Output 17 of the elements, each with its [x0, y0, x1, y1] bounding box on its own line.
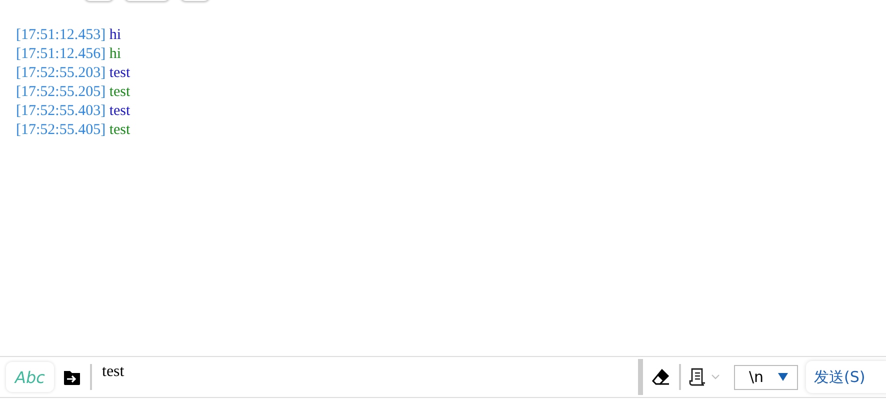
log-message: test: [109, 84, 130, 100]
timestamp: [17:52:55.405]: [16, 122, 106, 138]
log-message: test: [109, 103, 130, 119]
timestamp: [17:51:12.453]: [16, 27, 106, 43]
send-button[interactable]: 发送(S): [806, 361, 886, 393]
log-message: test: [109, 122, 130, 138]
log-message: hi: [109, 27, 121, 43]
eraser-icon[interactable]: [651, 368, 671, 386]
timestamp: [17:52:55.403]: [16, 103, 106, 119]
log-message: hi: [109, 46, 121, 62]
document-icon[interactable]: [689, 367, 707, 387]
dropdown-arrow-icon[interactable]: [778, 373, 788, 381]
timestamp: [17:52:55.205]: [16, 84, 106, 100]
line-ending-dropdown[interactable]: \n: [734, 364, 798, 390]
log-message: test: [109, 65, 130, 81]
timestamp: [17:51:12.456]: [16, 46, 106, 62]
timestamp: [17:52:55.203]: [16, 65, 106, 81]
